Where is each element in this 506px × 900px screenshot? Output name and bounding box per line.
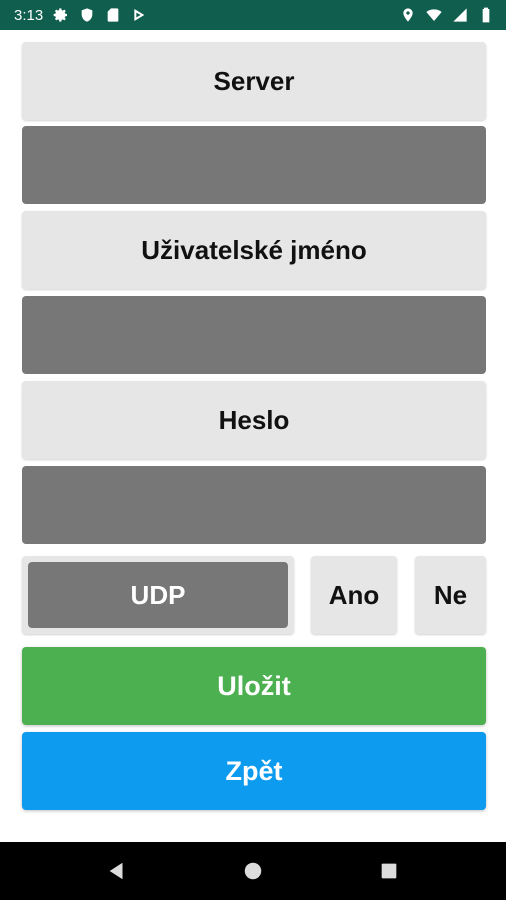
yes-button[interactable]: Ano <box>311 556 397 634</box>
sd-card-icon <box>105 7 121 23</box>
save-button[interactable]: Uložit <box>22 647 486 725</box>
recents-square-icon[interactable] <box>377 859 401 883</box>
wifi-icon <box>426 7 442 23</box>
location-icon <box>400 7 416 23</box>
status-bar: 3:13 <box>0 0 506 30</box>
status-time: 3:13 <box>14 6 44 24</box>
back-triangle-icon[interactable] <box>105 859 129 883</box>
signal-icon <box>452 7 468 23</box>
play-store-icon <box>131 7 147 23</box>
no-button[interactable]: Ne <box>415 556 486 634</box>
password-label: Heslo <box>22 381 486 459</box>
shield-icon <box>79 7 95 23</box>
back-button[interactable]: Zpět <box>22 732 486 810</box>
navigation-bar <box>0 842 506 900</box>
password-input[interactable] <box>22 466 486 544</box>
server-label: Server <box>22 42 486 120</box>
protocol-select[interactable]: UDP <box>28 562 288 628</box>
username-input[interactable] <box>22 296 486 374</box>
server-input[interactable] <box>22 126 486 204</box>
settings-icon <box>53 7 69 23</box>
status-bar-left: 3:13 <box>14 7 147 24</box>
battery-icon <box>478 7 494 23</box>
protocol-select-wrapper: UDP <box>22 556 294 634</box>
status-bar-right <box>400 7 494 23</box>
home-circle-icon[interactable] <box>241 859 265 883</box>
username-label: Uživatelské jméno <box>22 211 486 289</box>
